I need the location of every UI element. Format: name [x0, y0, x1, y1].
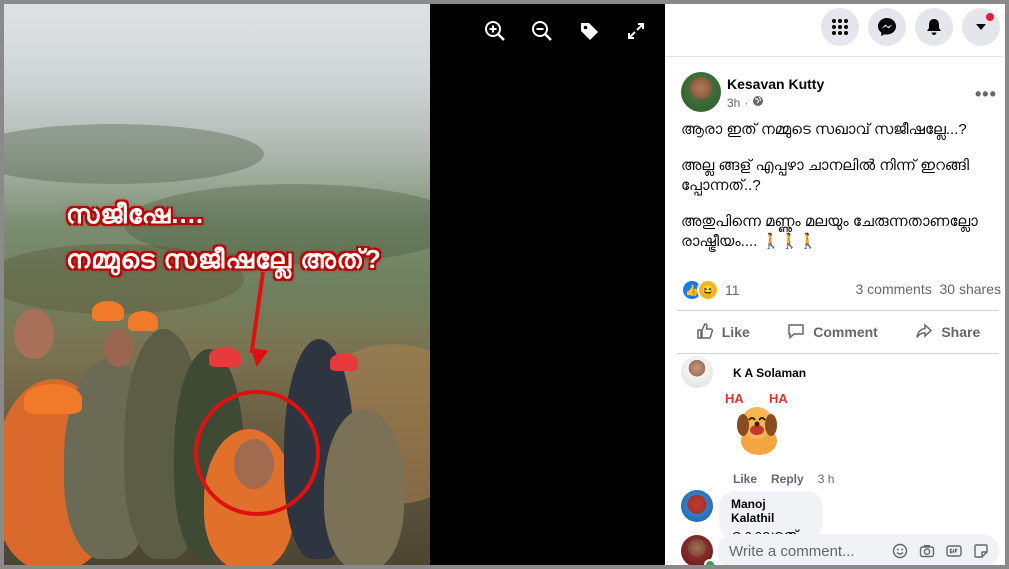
comment-author-name[interactable]: K A Solaman	[733, 366, 806, 380]
helmet	[92, 301, 124, 321]
gif-icon[interactable]	[945, 542, 963, 560]
sticker-icon[interactable]	[972, 542, 990, 560]
haha-sticker: HA HA	[723, 389, 795, 461]
zoom-in-icon[interactable]	[482, 18, 508, 44]
messenger-icon[interactable]	[868, 8, 906, 46]
helmet	[330, 353, 358, 371]
post-text-paragraph: അല്ല ങ്ങള് എപ്പഴാ ചാനലിൽ നിന്ന് ഇറങ്ങി പ…	[681, 157, 970, 194]
commenter-avatar[interactable]	[681, 356, 713, 388]
post-text-paragraph: ആരാ ഇത് നമ്മുടെ സഖാവ് സജീഷല്ലേ...?	[681, 121, 967, 138]
haha-reaction-icon: 😆	[697, 279, 719, 301]
like-button[interactable]: Like	[696, 322, 750, 343]
zoom-out-icon[interactable]	[529, 18, 555, 44]
engagement-counts: 3 comments 30 shares	[855, 281, 1001, 297]
comment-button[interactable]: Comment	[787, 322, 878, 343]
sticker-text-2: HA	[769, 391, 788, 406]
camera-icon[interactable]	[918, 542, 936, 560]
comment-bubble-icon	[787, 322, 805, 343]
photo-overlay-line1: സജീഷേ....	[66, 199, 205, 229]
author-avatar[interactable]	[681, 72, 721, 112]
comment-time[interactable]: 3 h	[818, 472, 835, 486]
person-head	[14, 309, 54, 359]
comments-count[interactable]: 3 comments	[855, 281, 931, 297]
emoji-icon[interactable]	[891, 542, 909, 560]
thumbs-up-icon	[696, 322, 714, 343]
post-text-paragraph: അതുപിന്നെ മണ്ണും മലയും ചേരുന്നതാണല്ലോ രാ…	[681, 213, 978, 250]
more-options-icon[interactable]: •••	[975, 84, 997, 105]
comment-actions: Like Reply 3 h	[733, 472, 834, 486]
tag-icon[interactable]	[576, 18, 602, 44]
comment-like-link[interactable]: Like	[733, 472, 757, 486]
post-body: ആരാ ഇത് നമ്മുടെ സഖാവ് സജീഷല്ലേ...? അല്ല …	[681, 120, 999, 268]
photo-overlay-line2: നമ്മുടെ സജീഷല്ലേ അത്?	[66, 244, 382, 274]
person-head	[104, 329, 134, 367]
reaction-count: 11	[725, 282, 740, 298]
globe-icon	[752, 95, 764, 110]
person-figure	[324, 409, 404, 565]
comment-reply-link[interactable]: Reply	[771, 472, 804, 486]
online-status-dot	[704, 559, 716, 565]
helmet	[128, 311, 158, 331]
post-time[interactable]: 3h	[727, 96, 740, 110]
comment-input[interactable]: Write a comment...	[717, 534, 999, 565]
comment-label: Comment	[813, 324, 878, 340]
photo-viewer: സജീഷേ.... നമ്മുടെ സജീഷല്ലേ അത്? Kesavan …	[4, 4, 1005, 565]
notification-dot	[986, 13, 994, 21]
red-circle-highlight	[194, 390, 320, 516]
fullscreen-icon[interactable]	[623, 18, 649, 44]
post-meta: 3h ·	[727, 95, 764, 110]
helmet	[24, 384, 82, 414]
comment-author-name[interactable]: Manoj Kalathil	[731, 497, 811, 525]
helmet	[209, 347, 241, 367]
reaction-summary[interactable]: 👍 😆 11	[681, 279, 740, 301]
post-photo[interactable]: സജീഷേ.... നമ്മുടെ സജീഷല്ലേ അത്?	[4, 4, 430, 565]
bell-icon[interactable]	[915, 8, 953, 46]
menu-grid-icon[interactable]	[821, 8, 859, 46]
account-dropdown-icon[interactable]	[962, 8, 1000, 46]
share-label: Share	[941, 324, 981, 340]
share-arrow-icon	[915, 322, 933, 343]
post-actions: Like Comment Share	[677, 310, 999, 354]
post-side-panel: Kesavan Kutty 3h · ••• ആരാ ഇത് നമ്മുടെ സ…	[665, 4, 1005, 565]
sticker-text-1: HA	[725, 391, 744, 406]
top-navigation	[665, 4, 1005, 57]
share-button[interactable]: Share	[915, 322, 980, 343]
post-author-name[interactable]: Kesavan Kutty	[727, 76, 824, 92]
shares-count[interactable]: 30 shares	[940, 281, 1001, 297]
red-arrow-head	[247, 347, 269, 369]
comment-bubble: Manoj Kalathil കൊലരത്	[719, 491, 823, 543]
commenter-avatar[interactable]	[681, 490, 713, 522]
meta-separator: ·	[744, 95, 749, 110]
like-label: Like	[721, 324, 750, 340]
comment-input-placeholder[interactable]: Write a comment...	[729, 543, 891, 560]
